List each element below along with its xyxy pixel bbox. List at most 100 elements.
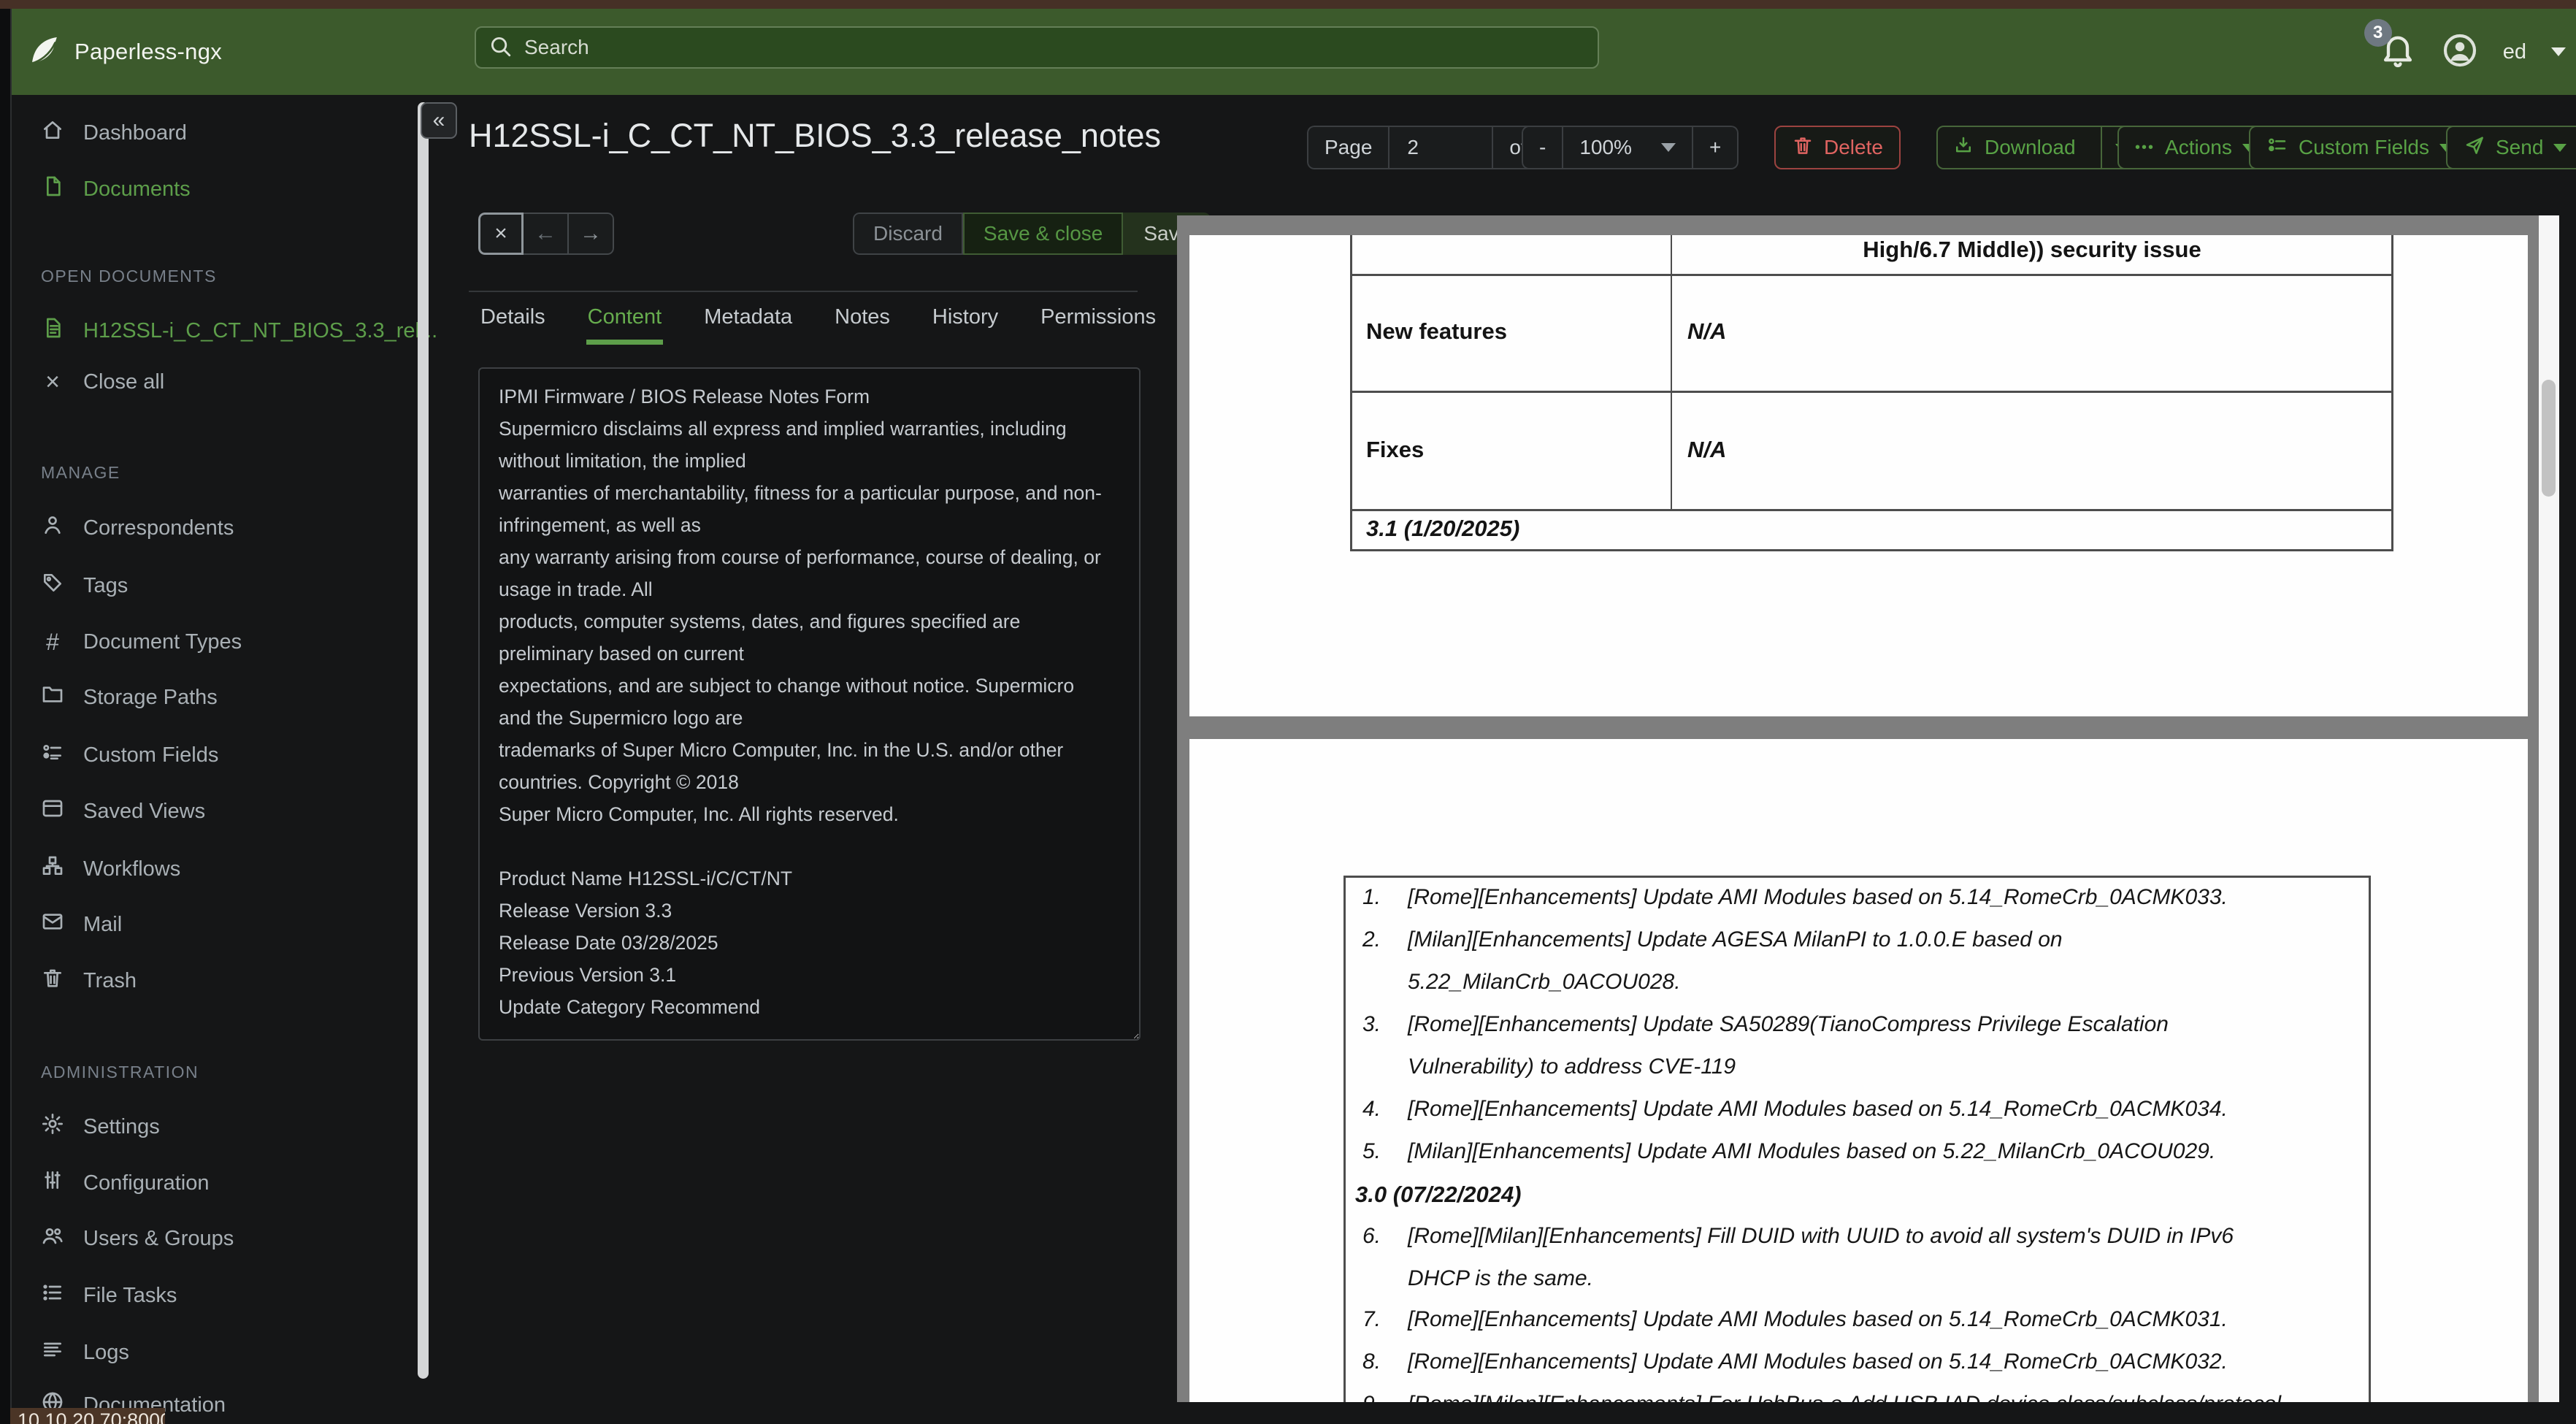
sidebar-scrollbar[interactable]	[418, 102, 429, 1379]
send-label: Send	[2496, 136, 2544, 158]
search-box[interactable]	[475, 26, 1599, 69]
tab-permissions[interactable]: Permissions	[1039, 302, 1157, 345]
tag-icon	[41, 571, 64, 600]
manage-header: MANAGE	[41, 463, 120, 482]
sidebar-item-label: Custom Fields	[83, 743, 219, 767]
next-document-button[interactable]: →	[569, 213, 614, 255]
sidebar-item-documents[interactable]: Documents	[13, 170, 422, 208]
sidebar-item-tags[interactable]: Tags	[13, 567, 422, 605]
folder-icon	[41, 683, 64, 712]
search-input[interactable]	[523, 35, 1586, 60]
lines-icon	[41, 1338, 64, 1367]
document-content-textarea[interactable]: IPMI Firmware / BIOS Release Notes Form …	[478, 367, 1141, 1041]
pdf-list-item: 9.[Rome][Milan][Enhancements] For UsbBus…	[1362, 1392, 2370, 1402]
send-icon	[2464, 134, 2485, 161]
page-input-cell	[1389, 126, 1494, 169]
download-icon	[1952, 134, 1974, 161]
sidebar-collapse-button[interactable]: «	[421, 102, 457, 139]
sidebar-item-file-tasks[interactable]: File Tasks	[13, 1276, 422, 1314]
bell-icon	[2379, 36, 2417, 72]
sidebar-item-configuration[interactable]: Configuration	[13, 1164, 422, 1202]
tab-details[interactable]: Details	[479, 302, 547, 345]
sidebar-item-users-groups[interactable]: Users & Groups	[13, 1220, 422, 1258]
close-document-button[interactable]: ×	[478, 213, 524, 255]
pdf-scrollbar-track[interactable]	[2539, 215, 2559, 1402]
sidebar-item-label: Configuration	[83, 1171, 210, 1195]
pdf-list-item: DHCP is the same.	[1408, 1266, 1593, 1290]
save-and-close-button[interactable]: Save & close	[962, 213, 1124, 255]
brand[interactable]: Paperless-ngx	[28, 34, 222, 71]
sidebar-item-label: Document Types	[83, 629, 242, 654]
pdf-list-item: 5. [Milan][Enhancements] Update AMI Modul…	[1362, 1139, 2216, 1163]
sidebar-item-label: Workflows	[83, 857, 181, 881]
zoom-control: - 100% +	[1522, 126, 1739, 169]
send-button[interactable]: Send	[2446, 126, 2576, 169]
sidebar-item-saved-views[interactable]: Saved Views	[13, 792, 422, 830]
page-number-input[interactable]	[1406, 135, 1476, 160]
pdf-list-item: 2. [Milan][Enhancements] Update AGESA Mil…	[1362, 927, 2063, 952]
notifications-button[interactable]: 3	[2364, 19, 2417, 73]
user-menu-caret-icon	[2551, 47, 2566, 56]
sidebar-item-trash[interactable]: Trash	[13, 962, 422, 1000]
pdf-table-row-partial: High/6.7 Middle)) security issue	[1350, 235, 2393, 276]
sidebar-item-custom-fields[interactable]: Custom Fields	[13, 736, 422, 774]
sidebar-item-open-document[interactable]: H12SSL-i_C_CT_NT_BIOS_3.3_rel...	[13, 312, 437, 350]
pdf-page-2: 1. [Rome][Enhancements] Update AMI Module…	[1189, 739, 2528, 1402]
custom-fields-button[interactable]: Custom Fields	[2249, 126, 2470, 169]
tab-content[interactable]: Content	[586, 302, 664, 345]
tab-notes[interactable]: Notes	[833, 302, 892, 345]
sidebar-item-close-all[interactable]: × Close all	[13, 363, 422, 401]
paperless-logo-icon	[28, 34, 61, 71]
sidebar-item-label: Correspondents	[83, 516, 234, 540]
dots-icon: •••	[2135, 139, 2155, 156]
sidebar-item-label: File Tasks	[83, 1283, 177, 1307]
previous-document-button[interactable]: ←	[524, 213, 569, 255]
delete-button[interactable]: Delete	[1774, 126, 1901, 169]
tab-metadata[interactable]: Metadata	[702, 302, 794, 345]
sidebar-item-label: Users & Groups	[83, 1226, 234, 1250]
pdf-list-item: 4. [Rome][Enhancements] Update AMI Module…	[1362, 1097, 2228, 1121]
administration-header: ADMINISTRATION	[41, 1063, 199, 1082]
tabs-divider	[469, 291, 1138, 292]
zoom-out-button[interactable]: -	[1522, 126, 1564, 169]
window-icon	[41, 797, 64, 826]
gear-icon	[41, 1112, 64, 1141]
open-documents-header: OPEN DOCUMENTS	[41, 267, 217, 286]
close-icon: ×	[45, 367, 60, 396]
pdf-list-section-header: 3.0 (07/22/2024)	[1355, 1182, 1522, 1207]
custom-fields-label: Custom Fields	[2299, 136, 2429, 158]
search-icon	[488, 34, 513, 62]
sidebar-item-correspondents[interactable]: Correspondents	[13, 509, 422, 547]
sidebar-item-document-types[interactable]: # Document Types	[13, 623, 422, 661]
file-icon	[41, 175, 64, 204]
sidebar-item-settings[interactable]: Settings	[13, 1108, 422, 1146]
user-menu[interactable]: ed	[2503, 40, 2526, 64]
sidebar: Dashboard Documents OPEN DOCUMENTS H12SS…	[13, 95, 438, 1424]
sidebar-item-storage-paths[interactable]: Storage Paths	[13, 678, 422, 716]
trash-icon	[41, 966, 64, 995]
sidebar-item-logs[interactable]: Logs	[13, 1333, 422, 1371]
sidebar-item-label: Documents	[83, 177, 191, 201]
document-tabs: Details Content Metadata Notes History P…	[479, 302, 1157, 345]
navbar: Paperless-ngx 3	[12, 9, 2576, 95]
download-button[interactable]: Download	[1936, 126, 2143, 169]
sidebar-item-dashboard[interactable]: Dashboard	[13, 114, 422, 152]
zoom-in-button[interactable]: +	[1693, 126, 1739, 169]
home-icon	[41, 118, 64, 148]
sidebar-item-workflows[interactable]: Workflows	[13, 850, 422, 888]
person-icon	[41, 513, 64, 543]
zoom-level-select[interactable]: 100%	[1563, 126, 1693, 169]
avatar-icon[interactable]	[2442, 32, 2478, 72]
pdf-list-item: 8. [Rome][Enhancements] Update AMI Module…	[1362, 1350, 2228, 1374]
pdf-list-item: Vulnerability) to address CVE-119	[1408, 1054, 1736, 1079]
pdf-list-item: 3. [Rome][Enhancements] Update SA50289(Ti…	[1362, 1012, 2169, 1036]
brand-name: Paperless-ngx	[74, 39, 223, 64]
discard-button[interactable]: Discard	[853, 213, 963, 255]
pdf-scrollbar-thumb[interactable]	[2542, 380, 2556, 497]
sidebar-item-mail[interactable]: Mail	[13, 906, 422, 943]
pdf-viewer[interactable]: High/6.7 Middle)) security issue New fea…	[1177, 215, 2559, 1402]
tab-history[interactable]: History	[931, 302, 1000, 345]
navbar-right: 3 ed	[2364, 9, 2566, 95]
pdf-list-item: 7. [Rome][Enhancements] Update AMI Module…	[1362, 1307, 2228, 1331]
pdf-table-footer-row: 3.1 (1/20/2025)	[1350, 511, 2393, 551]
